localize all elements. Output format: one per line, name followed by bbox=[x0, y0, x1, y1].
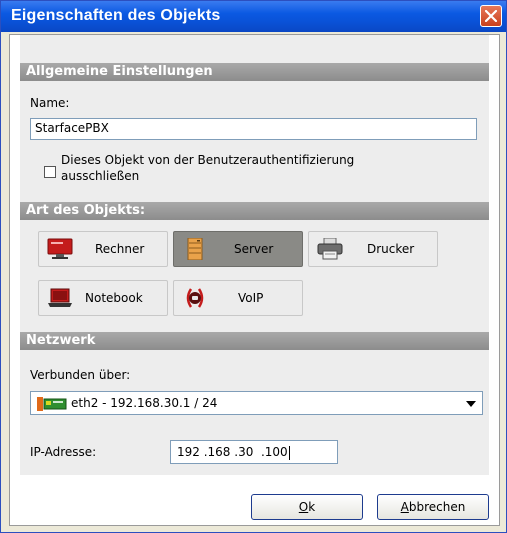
type-server-label: Server bbox=[234, 242, 274, 256]
server-icon bbox=[187, 238, 203, 260]
computer-icon bbox=[47, 238, 73, 259]
ip-address-value: 192 .168 .30 .100 bbox=[177, 445, 288, 459]
dialog-window: Eigenschaften des Objekts Allgemeine Ein… bbox=[0, 0, 507, 533]
close-button[interactable] bbox=[480, 5, 502, 27]
type-voip-button[interactable]: VoIP bbox=[173, 280, 303, 316]
cancel-button-label: bbrechen bbox=[408, 500, 466, 514]
general-settings-header: Allgemeine Einstellungen bbox=[20, 63, 489, 81]
ok-button-mnemonic: O bbox=[298, 500, 309, 514]
name-label: Name: bbox=[30, 96, 70, 110]
connected-via-select[interactable]: eth2 - 192.168.30.1 / 24 bbox=[30, 391, 483, 415]
voip-phone-icon bbox=[186, 288, 204, 308]
type-rechner-button[interactable]: Rechner bbox=[38, 231, 168, 267]
ip-address-input[interactable]: 192 .168 .30 .100 bbox=[170, 440, 338, 464]
cancel-button[interactable]: Abbrechen bbox=[377, 494, 489, 520]
connected-via-label: Verbunden über: bbox=[30, 368, 131, 382]
ok-button-label: k bbox=[308, 500, 316, 514]
type-rechner-label: Rechner bbox=[95, 242, 145, 256]
network-card-icon bbox=[37, 397, 67, 411]
dialog-client: Allgemeine Einstellungen Name: StarfaceP… bbox=[9, 34, 500, 526]
connected-via-value: eth2 - 192.168.30.1 / 24 bbox=[71, 396, 218, 410]
chevron-down-icon[interactable] bbox=[466, 401, 476, 407]
type-notebook-button[interactable]: Notebook bbox=[38, 280, 168, 316]
text-caret bbox=[288, 445, 290, 460]
network-header: Netzwerk bbox=[20, 332, 489, 350]
name-input[interactable]: StarfacePBX bbox=[30, 118, 477, 140]
ok-button[interactable]: Ok bbox=[251, 494, 363, 520]
type-drucker-button[interactable]: Drucker bbox=[308, 231, 438, 267]
notebook-icon bbox=[48, 288, 72, 307]
ip-address-label: IP-Adresse: bbox=[30, 445, 97, 459]
type-server-button[interactable]: Server bbox=[173, 231, 303, 267]
exclude-auth-label-line1: Dieses Objekt von der Benutzerauthentifi… bbox=[61, 153, 355, 167]
type-voip-label: VoIP bbox=[238, 291, 264, 305]
type-drucker-label: Drucker bbox=[367, 242, 415, 256]
cancel-button-mnemonic: A bbox=[400, 500, 409, 514]
window-title: Eigenschaften des Objekts bbox=[11, 7, 221, 24]
printer-icon bbox=[317, 238, 343, 260]
title-bar[interactable]: Eigenschaften des Objekts bbox=[1, 1, 506, 32]
object-type-header: Art des Objekts: bbox=[20, 202, 489, 220]
type-notebook-label: Notebook bbox=[85, 291, 143, 305]
exclude-auth-label-line2: ausschließen bbox=[61, 169, 140, 183]
exclude-auth-checkbox[interactable] bbox=[44, 166, 56, 178]
close-icon bbox=[485, 10, 497, 22]
